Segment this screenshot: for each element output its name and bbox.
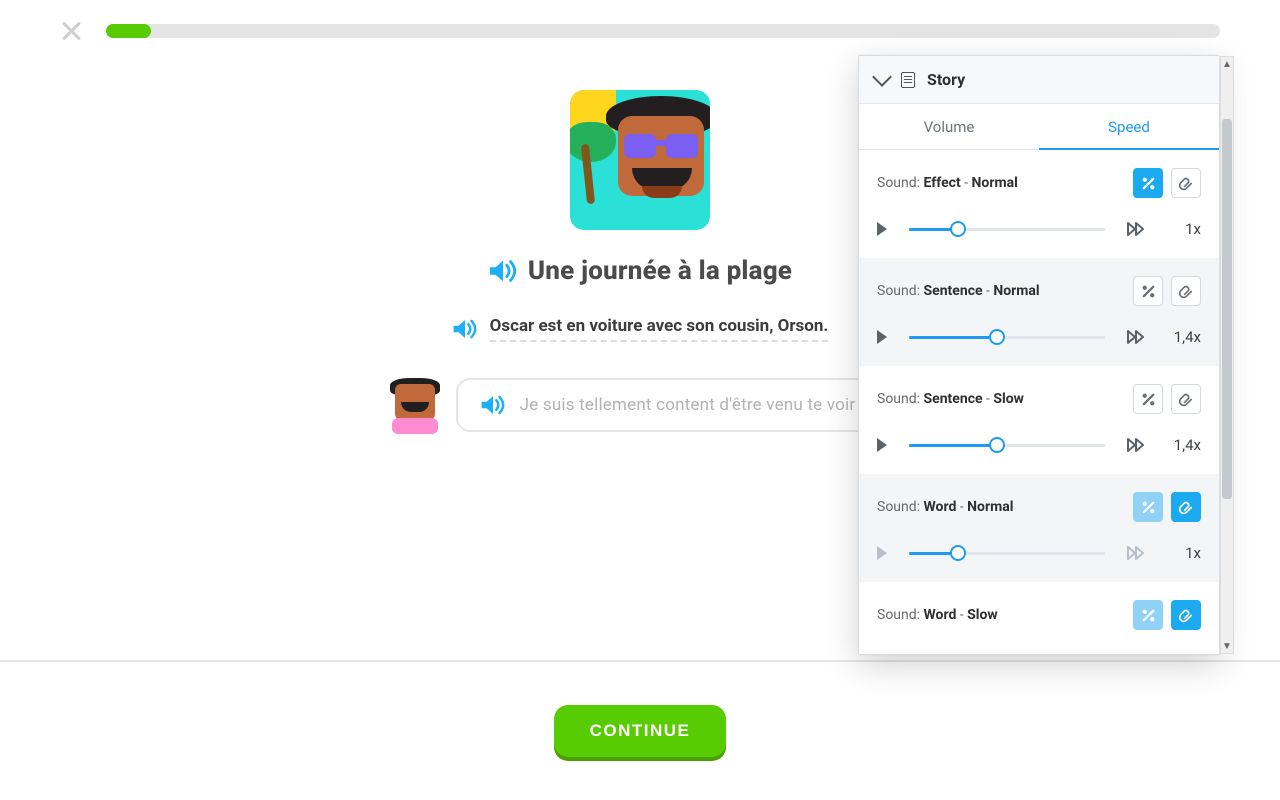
- sound-label: Sound: Sentence - Slow: [877, 391, 1024, 407]
- speed-slider[interactable]: [909, 221, 1105, 237]
- fast-forward-icon[interactable]: [1127, 438, 1145, 452]
- percent-button[interactable]: [1133, 384, 1163, 414]
- sound-label: Sound: Sentence - Normal: [877, 283, 1040, 299]
- play-bubble-audio-icon[interactable]: [480, 394, 506, 416]
- speed-value: 1x: [1167, 544, 1201, 562]
- play-title-audio-icon[interactable]: [488, 259, 518, 283]
- sound-row: Sound: Sentence - Slow 1,4x: [859, 366, 1219, 474]
- panel-scrollbar[interactable]: ▲▼: [1220, 56, 1234, 654]
- story-sentence: Oscar est en voiture avec son cousin, Or…: [490, 316, 829, 342]
- sound-label: Sound: Word - Normal: [877, 499, 1013, 515]
- speed-value: 1x: [1167, 220, 1201, 238]
- percent-button[interactable]: [1133, 600, 1163, 630]
- percent-button[interactable]: [1133, 492, 1163, 522]
- play-icon[interactable]: [877, 222, 887, 236]
- chevron-down-icon[interactable]: [872, 67, 892, 87]
- attachment-button[interactable]: [1171, 276, 1201, 306]
- speed-slider: [909, 545, 1105, 561]
- story-settings-panel: ▲▼ Story Volume Speed Sound: Effect - No…: [858, 55, 1220, 655]
- document-icon: [901, 72, 915, 88]
- attachment-button[interactable]: [1171, 492, 1201, 522]
- fast-forward-icon: [1127, 546, 1145, 560]
- fast-forward-icon[interactable]: [1127, 222, 1145, 236]
- sound-row: Sound: Effect - Normal 1x: [859, 150, 1219, 258]
- sound-label: Sound: Effect - Normal: [877, 175, 1018, 191]
- sound-row: Sound: Word - Slow: [859, 582, 1219, 650]
- play-icon[interactable]: [877, 330, 887, 344]
- sound-row: Sound: Word - Normal 1x: [859, 474, 1219, 582]
- attachment-button[interactable]: [1171, 168, 1201, 198]
- speed-slider[interactable]: [909, 329, 1105, 345]
- speed-value: 1,4x: [1167, 436, 1201, 454]
- attachment-button[interactable]: [1171, 384, 1201, 414]
- play-icon[interactable]: [877, 438, 887, 452]
- speed-slider[interactable]: [909, 437, 1105, 453]
- sound-row: Sound: Sentence - Normal 1,4x: [859, 258, 1219, 366]
- speed-value: 1,4x: [1167, 328, 1201, 346]
- story-title: Une journée à la plage: [528, 256, 792, 286]
- percent-button[interactable]: [1133, 276, 1163, 306]
- tab-speed[interactable]: Speed: [1039, 104, 1219, 150]
- dialog-text: Je suis tellement content d'être venu te…: [520, 395, 865, 415]
- lesson-progress: [106, 24, 1220, 38]
- play-icon: [877, 546, 887, 560]
- play-sentence-audio-icon[interactable]: [452, 319, 478, 339]
- tab-volume[interactable]: Volume: [859, 104, 1039, 150]
- character-avatar: [392, 382, 438, 428]
- percent-button[interactable]: [1133, 168, 1163, 198]
- sound-label: Sound: Word - Slow: [877, 607, 998, 623]
- panel-title: Story: [927, 70, 965, 89]
- close-icon[interactable]: [60, 20, 82, 42]
- fast-forward-icon[interactable]: [1127, 330, 1145, 344]
- attachment-button[interactable]: [1171, 600, 1201, 630]
- continue-button[interactable]: CONTINUE: [554, 705, 727, 757]
- dialog-bubble: Je suis tellement content d'être venu te…: [456, 378, 889, 432]
- story-illustration: [570, 90, 710, 230]
